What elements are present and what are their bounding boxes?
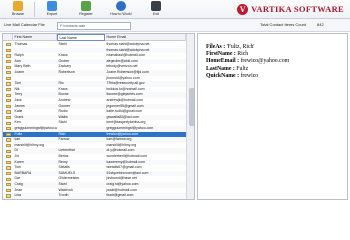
contact-envelope-icon [6, 171, 11, 176]
detail-value: 'Fultz, Rich' [225, 44, 255, 50]
exit-icon [151, 1, 161, 11]
contact-envelope-icon [6, 121, 11, 125]
detail-value: frewico@yahoo.com [239, 58, 290, 65]
toolbar-divider [34, 2, 35, 17]
contact-envelope-icon [6, 160, 11, 164]
folder-icon [13, 1, 23, 11]
exit-button[interactable]: Exit [142, 0, 170, 19]
brand-name: VARTIKA SOFTWARE [251, 4, 344, 14]
detail-key: QuickName : [206, 72, 240, 79]
contact-envelope-icon [6, 71, 11, 75]
detail-key: HomeEmail : [206, 58, 240, 65]
contact-envelope-icon [6, 110, 11, 114]
vertical-scrollbar[interactable] [186, 34, 194, 199]
contact-envelope-icon [6, 132, 11, 136]
contact-envelope-icon [6, 87, 11, 92]
register-icon [81, 1, 91, 11]
last-name-cell: Martin [57, 199, 105, 200]
contact-details: FileAs : 'Fultz, Rich' FirstName : Rich Ho… [206, 44, 289, 80]
header-first-name[interactable]: First Name [13, 34, 57, 41]
contact-envelope-icon [6, 54, 11, 58]
contact-envelope-icon [6, 115, 11, 120]
browse-button[interactable]: Browse [4, 0, 32, 19]
home-email-cell: miam@aol.com [105, 199, 186, 200]
header-icon-column [3, 34, 13, 41]
contact-envelope-icon [6, 59, 11, 64]
header-last-name[interactable]: Last Name [57, 34, 105, 41]
contact-envelope-icon [6, 188, 11, 192]
contact-envelope-icon [6, 183, 11, 187]
contact-list-panel: First Name Last Name Home Email Thomas St… [2, 33, 195, 200]
contact-envelope-icon [6, 76, 11, 80]
contact-envelope-icon [6, 177, 11, 181]
first-name-cell: Mia [13, 199, 57, 200]
contact-envelope-icon [6, 155, 11, 159]
contact-envelope-icon [6, 194, 11, 198]
scrollbar-thumb[interactable] [188, 88, 194, 126]
register-button[interactable]: Register [72, 0, 100, 19]
contact-envelope-icon [6, 99, 11, 103]
detail-line: QuickName : frewico [206, 73, 289, 80]
file-path-label: Live Mail Calendar File [4, 22, 45, 27]
file-bar: Live Mail Calendar File F:\contacts.wab … [0, 19, 350, 32]
help-icon [116, 1, 126, 11]
contact-envelope-icon [6, 82, 11, 86]
brand-logo: V VARTIKA SOFTWARE [237, 3, 344, 15]
count-value: 842 [317, 22, 324, 27]
detail-line: LastName : Fultz [206, 66, 289, 73]
detail-key: FirstName : [206, 51, 236, 58]
table-row[interactable]: MiaMartinmiam@aol.com [3, 199, 186, 200]
detail-value: Fultz [234, 65, 249, 72]
contact-detail-panel: FileAs : 'Fultz, Rich' FirstName : Rich Ho… [197, 33, 348, 200]
export-icon [47, 1, 57, 11]
detail-key: FileAs : [206, 44, 226, 50]
detail-value: frewico [239, 72, 259, 79]
contact-envelope-icon [6, 104, 11, 108]
contact-envelope-icon [6, 65, 11, 69]
file-path-input[interactable]: F:\contacts.wab [57, 21, 131, 30]
header-home-email[interactable]: Home Email [105, 34, 186, 41]
detail-value: Rich [235, 51, 249, 58]
detail-key: LastName : [206, 65, 235, 72]
contact-envelope-icon [6, 166, 11, 170]
toolbar: Browse Export Register How to Work! Exit… [0, 0, 350, 19]
count-label: Total Contact Items Count [260, 22, 307, 27]
how-to-work-button[interactable]: How to Work! [106, 0, 136, 19]
contact-envelope-icon [6, 127, 11, 131]
contact-envelope-icon [6, 93, 11, 97]
contact-envelope-icon [6, 149, 11, 153]
vartika-logo-icon: V [237, 3, 249, 15]
contact-envelope-icon [6, 143, 11, 148]
contact-envelope-icon [6, 138, 11, 142]
table-header: First Name Last Name Home Email [3, 34, 186, 41]
detail-line: FileAs : 'Fultz, Rich' [206, 44, 289, 51]
detail-line: HomeEmail : frewico@yahoo.com [206, 58, 289, 65]
contact-envelope-icon [6, 48, 11, 52]
contact-envelope-icon [6, 43, 11, 47]
export-button[interactable]: Export [38, 0, 66, 19]
